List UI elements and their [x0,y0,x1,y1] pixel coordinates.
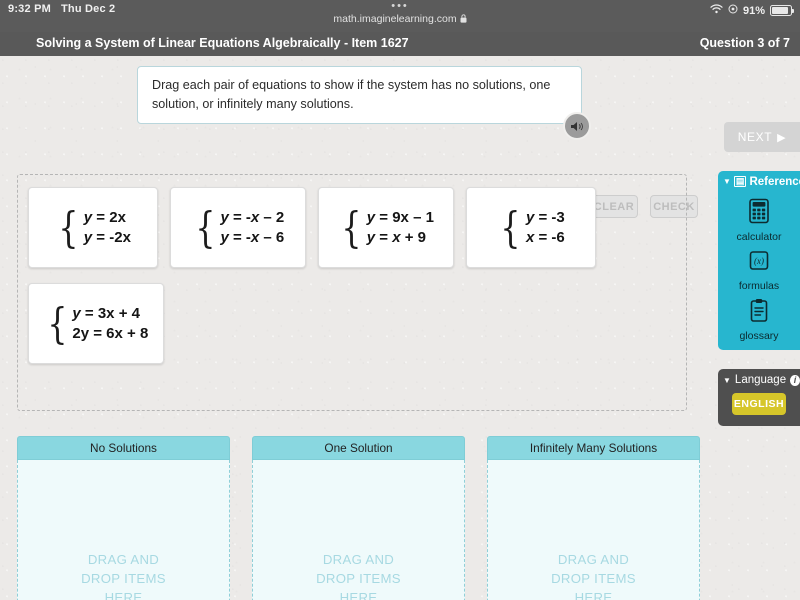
wifi-icon-svg [710,4,723,14]
dropzone-no-solutions[interactable]: No Solutions DRAG AND DROP ITEMS HERE [17,436,230,600]
battery-percent-label: 91% [742,4,765,17]
dropzone-title: No Solutions [17,436,230,460]
equation-card[interactable]: { y = -x – 2 y = -x – 6 [170,187,306,268]
formulas-icon: (x) [748,249,770,279]
equation-line-1: y = 2x [83,208,126,226]
dropzone-infinitely-many-solutions[interactable]: Infinitely Many Solutions DRAG AND DROP I… [487,436,700,600]
address-bar[interactable]: math.imaginelearning.com [0,13,800,25]
speaker-icon[interactable] [563,112,591,140]
calculator-icon [748,198,770,230]
equation-line-1: y = -3 [525,208,565,226]
brace-glyph: { [47,298,68,348]
reference-tool-glossary[interactable]: glossary [718,298,800,342]
reference-tool-calculator[interactable]: calculator [718,198,800,243]
equation-system: { y = -x – 2 y = -x – 6 [192,202,284,252]
reference-panel: ▼ ▤ Reference calculator (x) formulas gl… [718,171,800,350]
activity-canvas: Drag each pair of equations to show if t… [0,56,800,600]
equation-card[interactable]: { y = -3 x = -6 [466,187,596,268]
info-icon[interactable]: i [790,374,800,386]
status-bar-right: 91% [710,4,795,17]
source-tray-row-2: { y = 3x + 4 2y = 6x + 8 [28,283,164,364]
brace-glyph: { [500,202,521,252]
glossary-clipboard-icon [749,298,769,329]
next-button-label: NEXT [737,130,773,144]
language-panel: ▼ Language i ENGLISH [718,369,800,426]
dropzone-title: Infinitely Many Solutions [487,436,700,460]
dropzone-placeholder: DRAG AND DROP ITEMS HERE [81,552,166,600]
equation-lines: y = -x – 2 y = -x – 6 [220,209,284,247]
browser-address-area: ••• math.imaginelearning.com [0,1,800,25]
language-value-button[interactable]: ENGLISH [732,393,786,415]
svg-text:(x): (x) [754,256,764,266]
equation-lines: y = 9x – 1 y = x + 9 [367,209,434,247]
next-button[interactable]: NEXT ▶ [724,122,800,152]
brace-glyph: { [195,202,216,252]
reference-panel-title: Reference [749,175,800,188]
equation-line-1: y = -x – 2 [220,208,285,226]
more-dots-icon[interactable]: ••• [0,1,800,12]
reference-tool-label: formulas [738,280,780,292]
language-panel-title: Language [734,374,787,386]
clipboard-icon-svg [750,299,768,322]
dropzone-placeholder: DRAG AND DROP ITEMS HERE [316,552,401,600]
language-panel-header[interactable]: ▼ Language i [718,369,800,391]
play-arrow-icon: ▶ [777,131,787,144]
equation-card[interactable]: { y = 9x – 1 y = x + 9 [318,187,454,268]
dropzone-placeholder: DRAG AND DROP ITEMS HERE [551,552,636,600]
wifi-icon [710,4,723,17]
reference-tool-label: glossary [739,330,779,342]
equation-lines: y = -3 x = -6 [526,209,565,247]
equation-line-2: y = -2x [83,228,131,246]
chevron-down-icon[interactable]: ▼ [723,177,731,186]
dropzone-body[interactable]: DRAG AND DROP ITEMS HERE [252,460,465,600]
equation-lines: y = 3x + 4 2y = 6x + 8 [72,305,148,343]
speaker-icon-svg [570,121,583,131]
lock-icon [460,13,467,25]
lock-icon-svg [460,13,467,23]
ipad-status-bar: 9:32 PM Thu Dec 2 ••• math.imaginelearni… [0,0,800,32]
dropzone-body[interactable]: DRAG AND DROP ITEMS HERE [17,460,230,600]
formulas-icon-svg: (x) [749,251,769,270]
equation-line-2: 2y = 6x + 8 [72,324,149,342]
location-icon-svg [728,4,738,14]
equation-line-1: y = 9x – 1 [366,208,434,226]
equation-card[interactable]: { y = 3x + 4 2y = 6x + 8 [28,283,164,364]
source-tray-row-1: { y = 2x y = -2x { y = -x – 2 y = -x – 6 [28,187,596,268]
battery-icon [770,5,795,16]
equation-card[interactable]: { y = 2x y = -2x [28,187,158,268]
question-counter: Question 3 of 7 [699,36,790,50]
brace-glyph: { [341,202,362,252]
source-tray: { y = 2x y = -2x { y = -x – 2 y = -x – 6 [17,174,687,411]
equation-system: { y = -3 x = -6 [497,202,565,252]
location-services-icon [728,4,738,17]
calculator-icon-svg [749,198,769,224]
equation-line-1: y = 3x + 4 [72,304,140,322]
prompt-text: Drag each pair of equations to show if t… [152,78,551,111]
equation-line-2: y = -x – 6 [220,228,285,246]
equation-lines: y = 2x y = -2x [84,209,131,247]
page-title: Solving a System of Linear Equations Alg… [36,36,409,50]
activity-title-bar: Solving a System of Linear Equations Alg… [0,32,800,56]
window-icon: ▤ [733,176,747,187]
dropzone-body[interactable]: DRAG AND DROP ITEMS HERE [487,460,700,600]
equation-system: { y = 2x y = -2x [55,202,131,252]
reference-tool-label: calculator [736,231,782,243]
reference-tool-formulas[interactable]: (x) formulas [718,249,800,292]
equation-system: { y = 3x + 4 2y = 6x + 8 [44,298,148,348]
equation-line-2: x = -6 [525,228,565,246]
address-bar-url: math.imaginelearning.com [333,13,457,25]
dropzone-one-solution[interactable]: One Solution DRAG AND DROP ITEMS HERE [252,436,465,600]
brace-glyph: { [58,202,79,252]
dropzone-title: One Solution [252,436,465,460]
chevron-down-icon[interactable]: ▼ [723,376,731,385]
reference-panel-header[interactable]: ▼ ▤ Reference [718,171,800,192]
prompt-box: Drag each pair of equations to show if t… [137,66,582,124]
equation-line-2: y = x + 9 [366,228,427,246]
equation-system: { y = 9x – 1 y = x + 9 [338,202,434,252]
